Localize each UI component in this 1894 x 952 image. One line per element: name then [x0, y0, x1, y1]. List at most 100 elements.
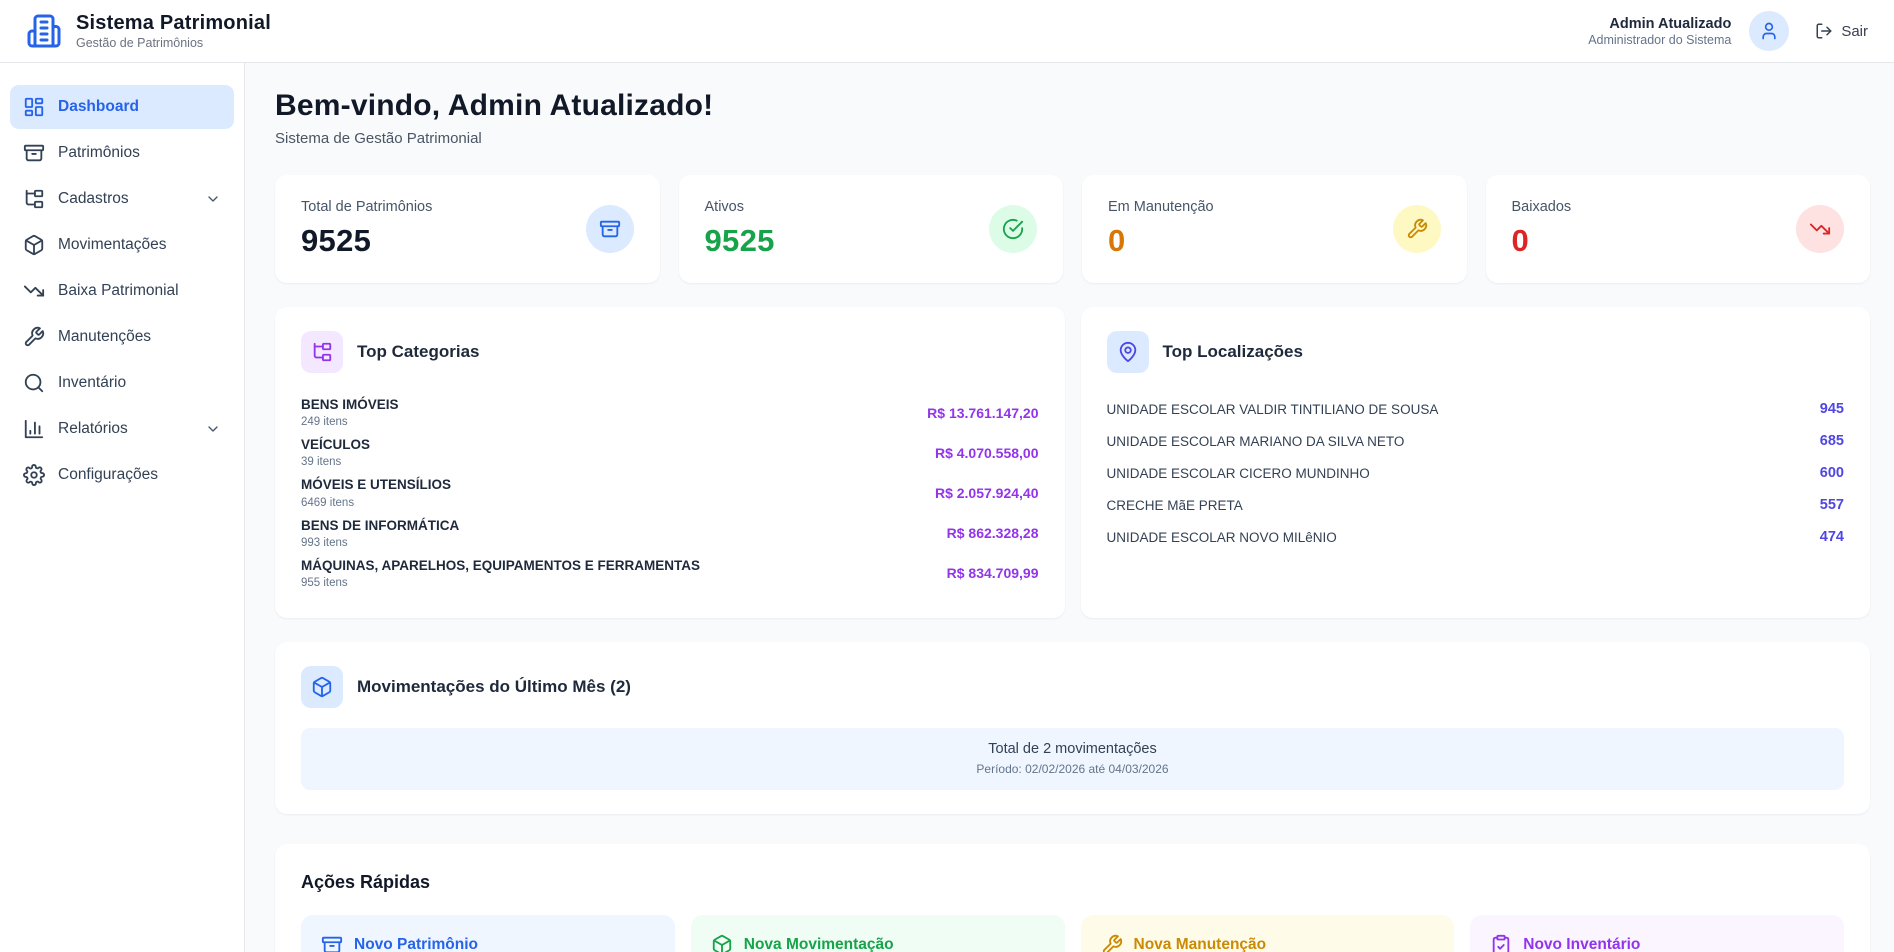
map-pin-icon: [1107, 331, 1149, 373]
package-icon: [23, 234, 45, 256]
stat-value: 0: [1512, 223, 1572, 259]
new-manutencao-button[interactable]: Nova Manutenção: [1081, 915, 1455, 952]
sidebar-item-label: Patrimônios: [58, 144, 140, 162]
stat-label: Total de Patrimônios: [301, 199, 432, 215]
check-circle-icon: [989, 205, 1037, 253]
location-name: UNIDADE ESCOLAR CICERO MUNDINHO: [1107, 466, 1370, 481]
top-locations-panel: Top Localizações UNIDADE ESCOLAR VALDIR …: [1081, 307, 1871, 618]
sidebar-item-patrimonios[interactable]: Patrimônios: [10, 131, 234, 175]
category-name: BENS DE INFORMÁTICA: [301, 518, 459, 534]
location-name: UNIDADE ESCOLAR NOVO MILêNIO: [1107, 530, 1337, 545]
category-row: MÓVEIS E UTENSÍLIOS 6469 itens R$ 2.057.…: [301, 473, 1039, 513]
sidebar-item-label: Relatórios: [58, 420, 128, 438]
sidebar-item-relatorios[interactable]: Relatórios: [10, 407, 234, 451]
stat-label: Em Manutenção: [1108, 199, 1214, 215]
quick-action-label: Nova Movimentação: [744, 936, 894, 952]
location-count: 945: [1820, 401, 1844, 417]
quick-action-label: Novo Patrimônio: [354, 936, 478, 952]
clipboard-check-icon: [1490, 934, 1512, 952]
sidebar-item-movimentacoes[interactable]: Movimentações: [10, 223, 234, 267]
category-row: BENS IMÓVEIS 249 itens R$ 13.761.147,20: [301, 393, 1039, 433]
category-row: VEÍCULOS 39 itens R$ 4.070.558,00: [301, 433, 1039, 473]
category-name: MÁQUINAS, APARELHOS, EQUIPAMENTOS E FERR…: [301, 558, 700, 574]
tree-icon: [23, 188, 45, 210]
sidebar-item-configuracoes[interactable]: Configurações: [10, 453, 234, 497]
movements-panel: Movimentações do Último Mês (2) Total de…: [275, 642, 1870, 814]
sidebar-item-label: Movimentações: [58, 236, 167, 254]
trending-down-icon: [23, 280, 45, 302]
archive-icon: [321, 934, 343, 952]
app-title: Sistema Patrimonial: [76, 12, 271, 35]
quick-actions-title: Ações Rápidas: [301, 872, 1844, 893]
avatar[interactable]: [1749, 11, 1789, 51]
logout-label: Sair: [1841, 23, 1868, 40]
stat-label: Baixados: [1512, 199, 1572, 215]
app-subtitle: Gestão de Patrimônios: [76, 36, 271, 50]
location-row: UNIDADE ESCOLAR MARIANO DA SILVA NETO 68…: [1107, 425, 1845, 457]
new-movimentacao-button[interactable]: Nova Movimentação: [691, 915, 1065, 952]
sidebar-item-manutencoes[interactable]: Manutenções: [10, 315, 234, 359]
category-row: MÁQUINAS, APARELHOS, EQUIPAMENTOS E FERR…: [301, 554, 1039, 594]
quick-actions-grid: Novo Patrimônio Nova Movimentação Nova M…: [301, 915, 1844, 952]
main-content: Bem-vindo, Admin Atualizado! Sistema de …: [245, 63, 1894, 952]
location-count: 600: [1820, 465, 1844, 481]
location-name: UNIDADE ESCOLAR VALDIR TINTILIANO DE SOU…: [1107, 402, 1439, 417]
sidebar-item-label: Configurações: [58, 466, 158, 484]
stat-value: 0: [1108, 223, 1214, 259]
quick-action-label: Novo Inventário: [1523, 936, 1640, 952]
sidebar-item-label: Baixa Patrimonial: [58, 282, 179, 300]
movements-total: Total de 2 movimentações: [317, 741, 1828, 757]
panel-header: Movimentações do Último Mês (2): [301, 666, 1844, 708]
location-row: UNIDADE ESCOLAR CICERO MUNDINHO 600: [1107, 457, 1845, 489]
user-icon: [1759, 21, 1779, 41]
category-name: BENS IMÓVEIS: [301, 397, 399, 413]
brand: Sistema Patrimonial Gestão de Patrimônio…: [26, 12, 271, 50]
top-categories-panel: Top Categorias BENS IMÓVEIS 249 itens R$…: [275, 307, 1065, 618]
user-name: Admin Atualizado: [1588, 16, 1731, 32]
panel-header: Top Localizações: [1107, 331, 1845, 373]
location-row: UNIDADE ESCOLAR VALDIR TINTILIANO DE SOU…: [1107, 393, 1845, 425]
stat-label: Ativos: [705, 199, 775, 215]
chevron-down-icon: [205, 191, 221, 207]
user-role: Administrador do Sistema: [1588, 33, 1731, 47]
stat-value: 9525: [301, 223, 432, 259]
panel-title: Top Localizações: [1163, 342, 1303, 362]
movements-summary-box: Total de 2 movimentações Período: 02/02/…: [301, 728, 1844, 790]
user-area: Admin Atualizado Administrador do Sistem…: [1588, 11, 1868, 51]
category-count: 993 itens: [301, 537, 459, 549]
category-count: 249 itens: [301, 416, 399, 428]
trending-down-icon: [1796, 205, 1844, 253]
sidebar-item-label: Manutenções: [58, 328, 151, 346]
logout-button[interactable]: Sair: [1815, 22, 1868, 40]
new-inventario-button[interactable]: Novo Inventário: [1470, 915, 1844, 952]
sidebar-item-label: Cadastros: [58, 190, 129, 208]
location-count: 557: [1820, 497, 1844, 513]
sidebar-item-cadastros[interactable]: Cadastros: [10, 177, 234, 221]
sidebar-item-dashboard[interactable]: Dashboard: [10, 85, 234, 129]
sidebar-item-label: Inventário: [58, 374, 126, 392]
app-root: Sistema Patrimonial Gestão de Patrimônio…: [0, 0, 1894, 952]
sidebar-item-inventario[interactable]: Inventário: [10, 361, 234, 405]
panel-title: Movimentações do Último Mês (2): [357, 677, 631, 697]
panel-header: Top Categorias: [301, 331, 1039, 373]
category-value: R$ 4.070.558,00: [935, 445, 1039, 461]
category-name: MÓVEIS E UTENSÍLIOS: [301, 477, 451, 493]
user-info: Admin Atualizado Administrador do Sistem…: [1588, 16, 1731, 47]
quick-action-label: Nova Manutenção: [1134, 936, 1267, 952]
location-row: UNIDADE ESCOLAR NOVO MILêNIO 474: [1107, 521, 1845, 553]
panel-title: Top Categorias: [357, 342, 479, 362]
package-icon: [301, 666, 343, 708]
location-name: CRECHE MãE PRETA: [1107, 498, 1243, 513]
panels-row: Top Categorias BENS IMÓVEIS 249 itens R$…: [275, 307, 1870, 618]
archive-icon: [23, 142, 45, 164]
location-count: 685: [1820, 433, 1844, 449]
chevron-down-icon: [205, 421, 221, 437]
top-header: Sistema Patrimonial Gestão de Patrimônio…: [0, 0, 1894, 63]
location-row: CRECHE MãE PRETA 557: [1107, 489, 1845, 521]
category-value: R$ 834.709,99: [947, 565, 1039, 581]
stat-card-baixados: Baixados 0: [1486, 175, 1871, 283]
new-patrimonio-button[interactable]: Novo Patrimônio: [301, 915, 675, 952]
stat-card-manutencao: Em Manutenção 0: [1082, 175, 1467, 283]
stats-row: Total de Patrimônios 9525 Ativos 9525: [275, 175, 1870, 283]
sidebar-item-baixa-patrimonial[interactable]: Baixa Patrimonial: [10, 269, 234, 313]
